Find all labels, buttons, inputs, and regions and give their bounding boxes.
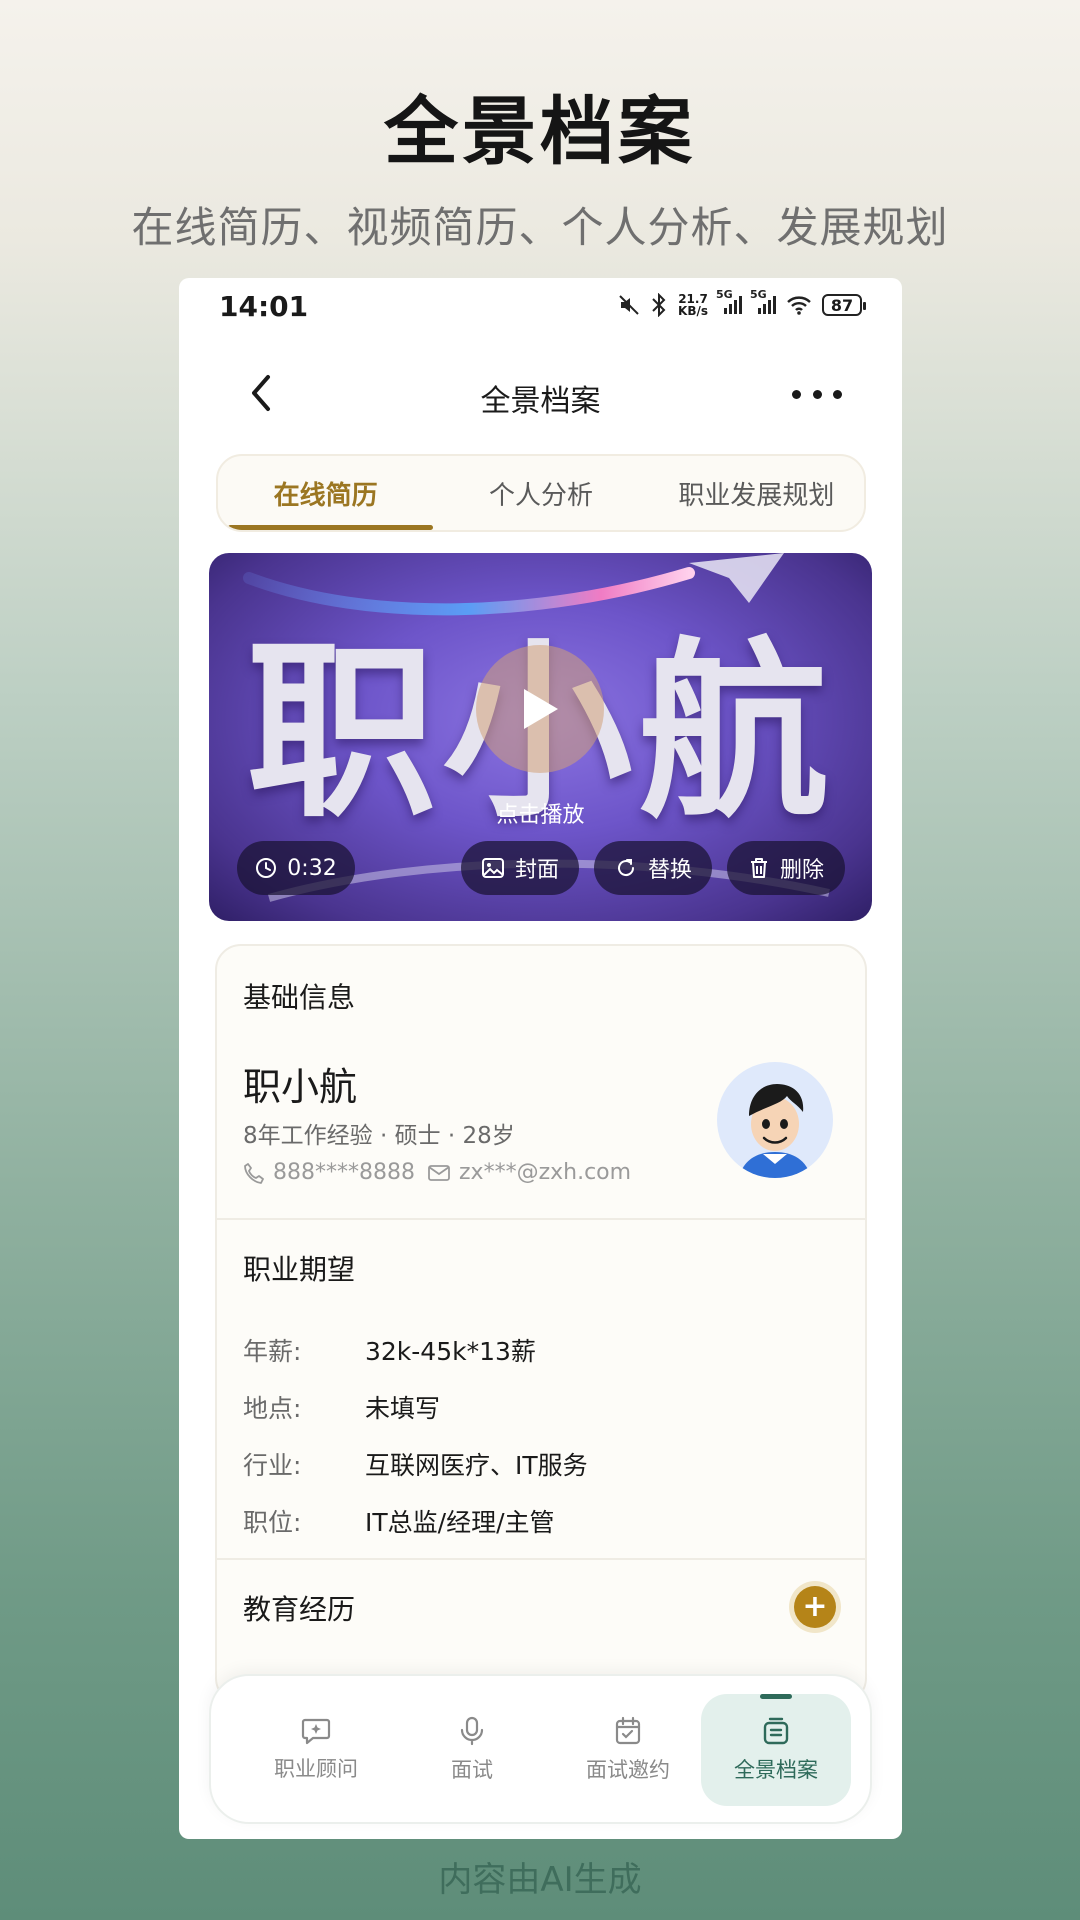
delete-button-label: 删除 xyxy=(779,858,824,883)
image-icon xyxy=(481,858,504,878)
location-row: 地点: 未填写 xyxy=(243,1389,440,1425)
person-name: 职小航 xyxy=(243,1065,358,1109)
speed-unit: KB/s xyxy=(678,304,708,318)
avatar-illustration xyxy=(739,1084,811,1178)
tab-online-resume[interactable]: 在线简历 xyxy=(218,456,434,530)
nav-interview-invite[interactable]: 面试邀约 xyxy=(553,1694,703,1806)
more-icon-dot xyxy=(812,389,822,399)
ai-disclaimer: 内容由AI生成 xyxy=(438,1860,642,1900)
cover-button-label: 封面 xyxy=(514,858,559,883)
status-time: 14:01 xyxy=(219,290,309,323)
more-icon-dot xyxy=(833,389,842,399)
nav-interview[interactable]: 面试 xyxy=(397,1694,547,1806)
nav-career-advisor[interactable]: 职业顾问 xyxy=(241,1694,391,1806)
refresh-icon xyxy=(617,859,634,877)
video-resume-player[interactable]: 职小航 点击播放 0:32 封面 替换 删除 xyxy=(209,553,872,921)
salary-key: 年薪: xyxy=(243,1337,302,1366)
signal-icon: 5G xyxy=(716,288,742,318)
wifi-icon xyxy=(786,292,812,318)
trash-icon xyxy=(750,858,767,878)
bluetooth-icon xyxy=(650,292,668,318)
play-hint: 点击播放 xyxy=(496,803,585,828)
basic-info-title: 基础信息 xyxy=(243,981,356,1014)
avatar[interactable] xyxy=(717,1062,833,1178)
nav-panorama-profile[interactable]: 全景档案 xyxy=(701,1694,851,1806)
nav-interview-label: 面试 xyxy=(451,1758,493,1782)
calendar-icon xyxy=(615,1716,641,1745)
play-button[interactable] xyxy=(476,645,604,773)
mute-icon xyxy=(618,292,640,318)
more-icon-dot xyxy=(792,389,801,399)
signal-label-1: 5G xyxy=(716,288,733,301)
tab-personal-analysis[interactable]: 个人分析 xyxy=(433,456,648,530)
active-indicator xyxy=(760,1694,792,1699)
resume-card: 基础信息 职小航 8年工作经验 · 硕士 · 28岁 888****8888 z… xyxy=(215,944,867,1704)
phone-icon xyxy=(244,1162,264,1184)
more-button[interactable] xyxy=(792,374,842,414)
cover-button[interactable]: 封面 xyxy=(461,841,579,895)
network-speed: 21.7 KB/s xyxy=(678,293,708,317)
video-duration: 0:32 xyxy=(287,855,337,881)
promo-title: 全景档案 xyxy=(384,89,696,175)
nav-bar: 全景档案 xyxy=(179,338,902,448)
location-value: 未填写 xyxy=(365,1394,441,1423)
signal-label-2: 5G xyxy=(750,288,767,301)
battery-icon: 87 xyxy=(822,294,866,316)
nav-interview-invite-label: 面试邀约 xyxy=(586,1758,670,1782)
person-meta: 8年工作经验 · 硕士 · 28岁 xyxy=(243,1123,515,1149)
folder-icon xyxy=(763,1717,789,1745)
clock-icon xyxy=(256,858,277,878)
phone-contact: 888****8888 xyxy=(243,1160,415,1185)
replace-button-label: 替换 xyxy=(647,858,692,883)
phone-screen: 14:01 21.7 KB/s 5G 5G 87 全景档案 在线简历 个人分析 … xyxy=(179,278,902,1839)
mail-icon xyxy=(428,1164,450,1181)
chat-icon xyxy=(301,1718,331,1745)
email-address: zx***@zxh.com xyxy=(459,1160,632,1185)
delete-button[interactable]: 删除 xyxy=(727,841,845,895)
location-key: 地点: xyxy=(243,1394,302,1423)
tab-bar: 在线简历 个人分析 职业发展规划 xyxy=(216,454,866,532)
nav-panorama-profile-label: 全景档案 xyxy=(734,1758,818,1782)
nav-career-advisor-label: 职业顾问 xyxy=(274,1757,358,1781)
status-icons: 21.7 KB/s 5G 5G 87 xyxy=(618,288,866,318)
phone-number: 888****8888 xyxy=(273,1160,415,1185)
signal-icon-2: 5G xyxy=(750,288,776,318)
promo-subtitle: 在线简历、视频简历、个人分析、发展规划 xyxy=(131,203,949,252)
card-divider xyxy=(217,1558,865,1560)
play-icon xyxy=(524,689,558,729)
position-key: 职位: xyxy=(243,1508,302,1537)
position-row: 职位: IT总监/经理/主管 xyxy=(243,1503,555,1539)
expectation-title: 职业期望 xyxy=(243,1253,356,1286)
industry-row: 行业: 互联网医疗、IT服务 xyxy=(243,1446,588,1482)
bottom-nav: 职业顾问 面试 面试邀约 全景档案 xyxy=(209,1674,872,1824)
add-education-button[interactable]: + xyxy=(794,1586,836,1628)
microphone-icon xyxy=(460,1716,484,1746)
replace-button[interactable]: 替换 xyxy=(594,841,712,895)
video-duration-chip: 0:32 xyxy=(237,841,355,895)
card-divider xyxy=(217,1218,865,1220)
education-title: 教育经历 xyxy=(243,1593,356,1626)
status-bar: 14:01 21.7 KB/s 5G 5G 87 xyxy=(179,278,902,334)
tab-career-plan[interactable]: 职业发展规划 xyxy=(649,456,864,530)
position-value: IT总监/经理/主管 xyxy=(365,1508,555,1537)
industry-key: 行业: xyxy=(243,1451,302,1480)
salary-row: 年薪: 32k-45k*13薪 xyxy=(243,1332,536,1368)
email-contact: zx***@zxh.com xyxy=(427,1160,631,1185)
salary-value: 32k-45k*13薪 xyxy=(365,1337,536,1366)
industry-value: 互联网医疗、IT服务 xyxy=(365,1451,588,1480)
